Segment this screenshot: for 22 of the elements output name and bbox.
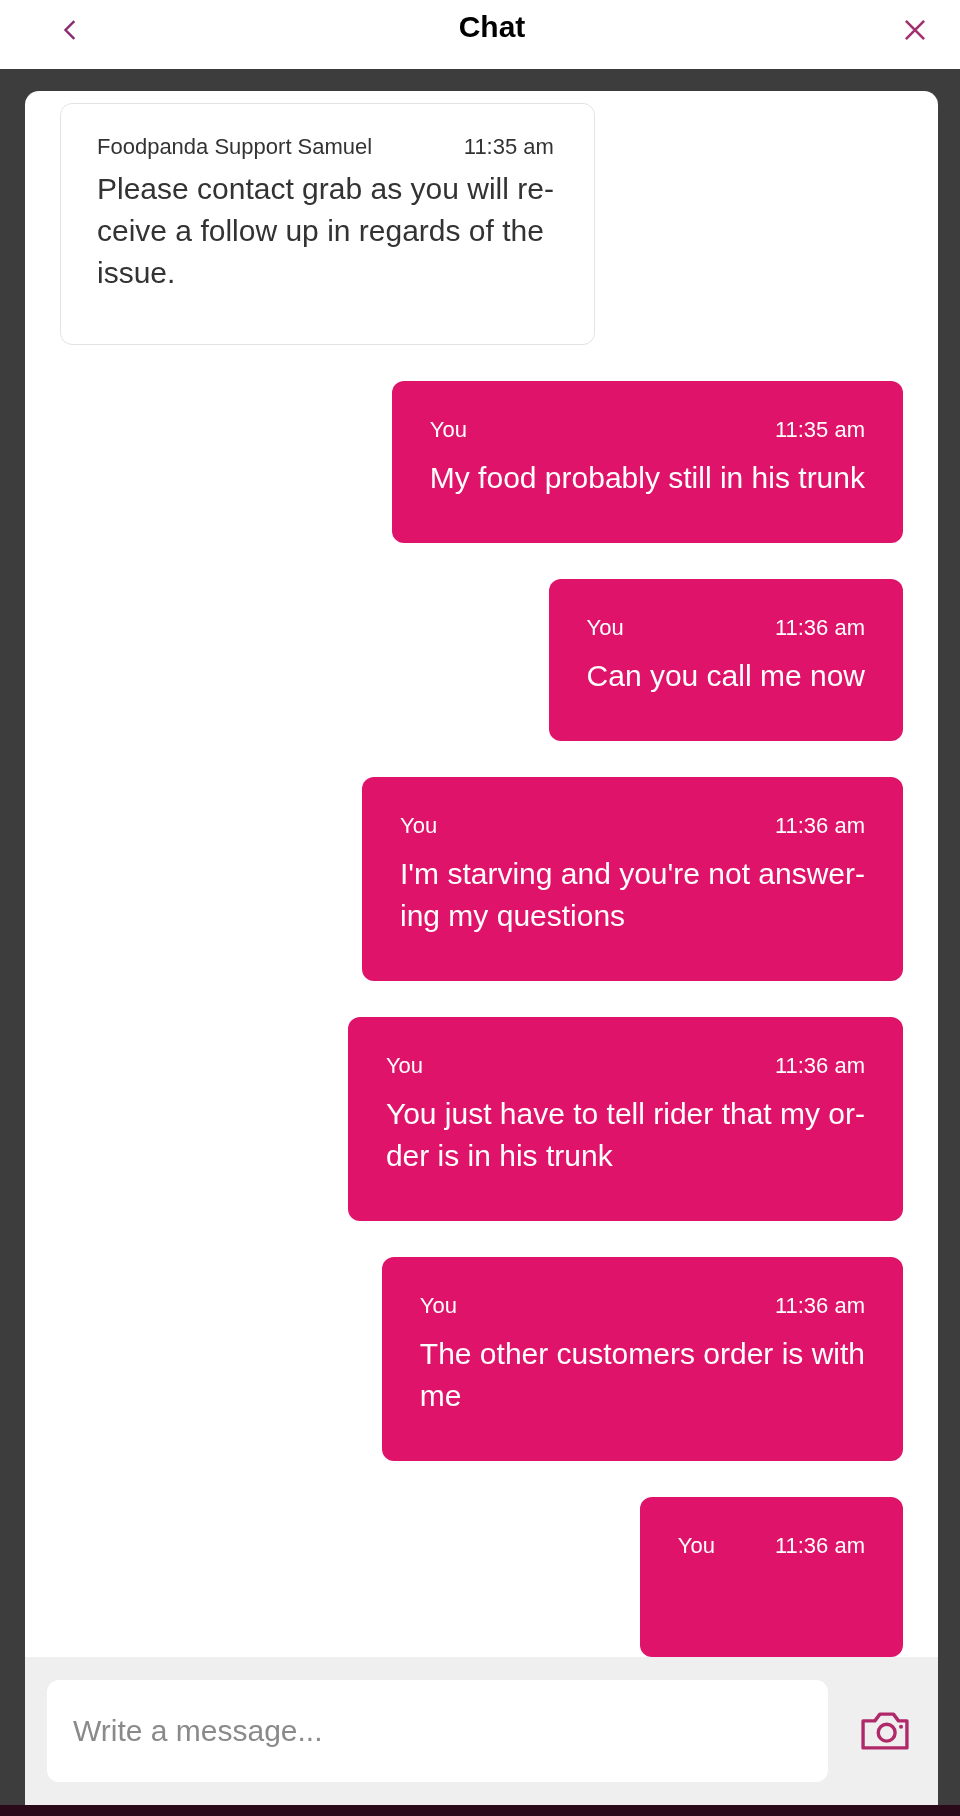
message-text: I'm starving and you're not answer- ing my questions [400,856,865,935]
message-text: The other customers order is with me [419,1336,865,1415]
message-time: 11:35 am [463,134,554,161]
message-time: 11:36 am [774,1053,865,1080]
message-text: My food probably still in his trunk [429,460,865,497]
sender-name: You [385,1053,423,1080]
message-time: 11:36 am [774,813,865,840]
sender-name: You [586,615,624,642]
sender-name: You [400,813,438,840]
message-time: 11:36 am [774,615,865,642]
message-text: Can you call me now [586,658,865,695]
sender-name: You [429,417,467,444]
sender-name: You [677,1533,715,1560]
message-time: 11:36 am [774,1293,865,1320]
message-time: 11:35 am [774,417,865,444]
message-text: You just have to tell rider that my or- der is in his trunk [385,1096,865,1175]
sender-name: Foodpanda Support Samuel [97,134,373,161]
message-time: 11:36 am [774,1533,865,1560]
message-text: Please contact grab as you will re- ceive a follow up in regards of the issue. [97,171,554,292]
message-input[interactable]: Write a message... [47,1680,828,1783]
chat-title: Chat [457,9,527,44]
sender-name: You [419,1293,457,1320]
